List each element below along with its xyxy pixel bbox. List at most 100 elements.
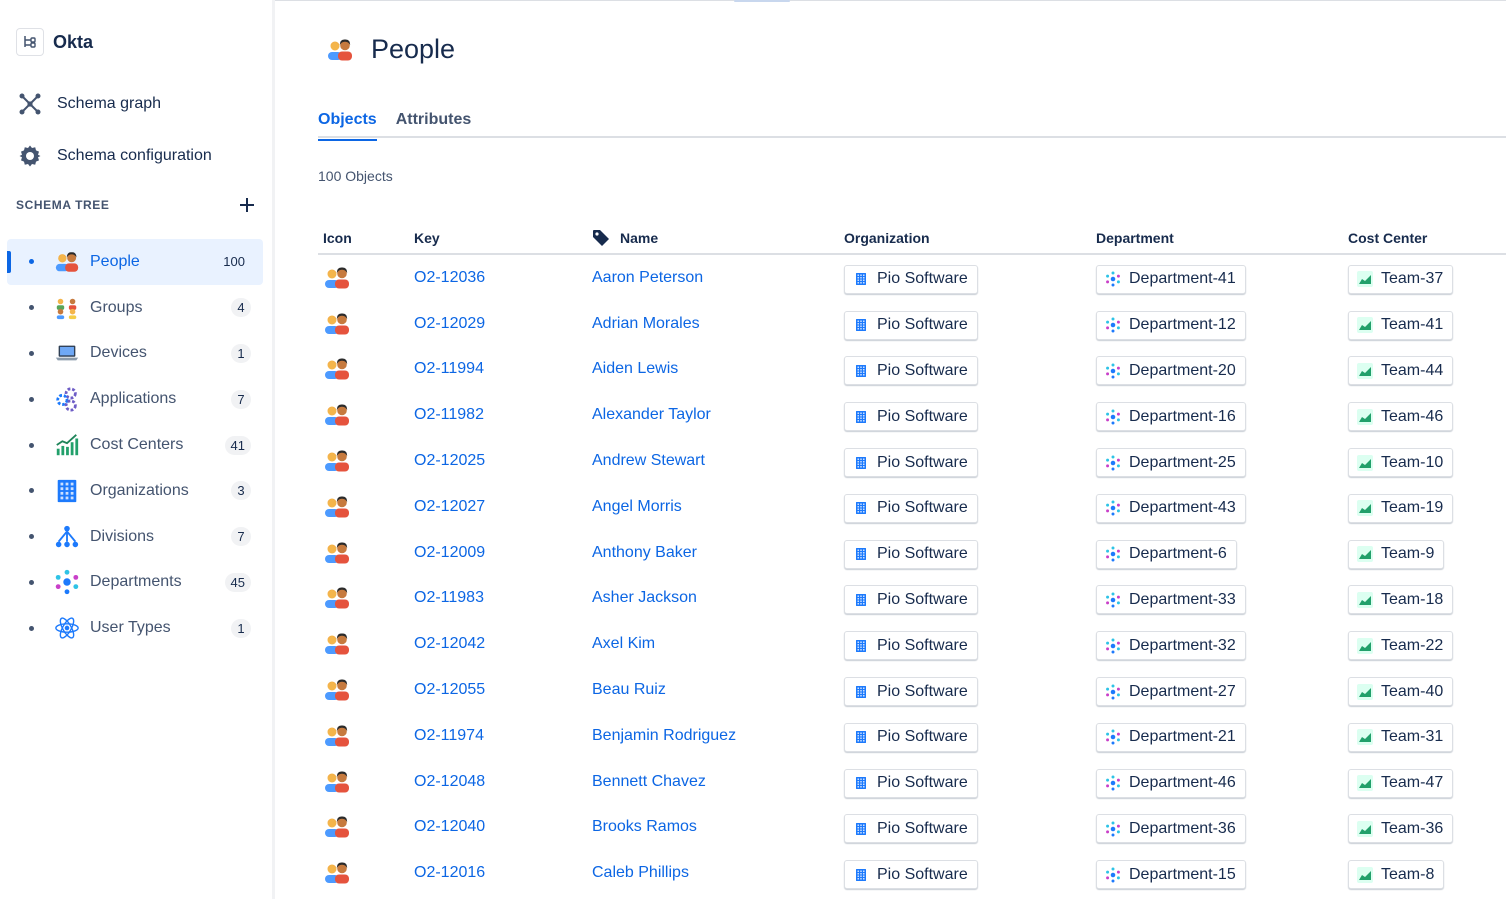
column-header-icon[interactable]: Icon xyxy=(318,230,414,246)
column-header-department[interactable]: Department xyxy=(1096,230,1348,246)
tab-attributes[interactable]: Attributes xyxy=(396,108,472,136)
organization-chip[interactable]: Pio Software xyxy=(844,585,978,615)
tree-item-cost-centers[interactable]: Cost Centers 41 xyxy=(7,422,263,468)
object-key-link[interactable]: O2-11974 xyxy=(414,727,484,744)
object-key-link[interactable]: O2-11983 xyxy=(414,589,484,606)
organization-chip[interactable]: Pio Software xyxy=(844,310,978,340)
cost-center-chip[interactable]: Team-44 xyxy=(1348,356,1454,386)
tree-item-departments[interactable]: Departments 45 xyxy=(7,560,263,606)
object-key-link[interactable]: O2-12009 xyxy=(414,544,485,561)
table-row[interactable]: O2-12027 Angel Morris Pio Software Depar… xyxy=(318,484,1506,530)
object-key-link[interactable]: O2-12048 xyxy=(414,773,485,790)
table-row[interactable]: O2-12055 Beau Ruiz Pio Software Departme… xyxy=(318,667,1506,713)
object-key-link[interactable]: O2-12029 xyxy=(414,315,485,332)
table-row[interactable]: O2-12042 Axel Kim Pio Software Departmen… xyxy=(318,621,1506,667)
table-row[interactable]: O2-12048 Bennett Chavez Pio Software Dep… xyxy=(318,759,1506,805)
cost-center-chip[interactable]: Team-10 xyxy=(1348,448,1454,478)
table-row[interactable]: O2-12009 Anthony Baker Pio Software Depa… xyxy=(318,530,1506,576)
organization-chip[interactable]: Pio Software xyxy=(844,860,978,890)
tree-item-user-types[interactable]: User Types 1 xyxy=(7,605,263,651)
table-row[interactable]: O2-11974 Benjamin Rodriguez Pio Software… xyxy=(318,713,1506,759)
cost-center-chip[interactable]: Team-9 xyxy=(1348,539,1445,569)
cost-center-chip[interactable]: Team-18 xyxy=(1348,585,1454,615)
cost-center-chip[interactable]: Team-37 xyxy=(1348,264,1454,294)
table-row[interactable]: O2-11994 Aiden Lewis Pio Software Depart… xyxy=(318,347,1506,393)
cost-center-chip[interactable]: Team-40 xyxy=(1348,677,1454,707)
person-name-link[interactable]: Brooks Ramos xyxy=(592,818,697,835)
object-key-link[interactable]: O2-12025 xyxy=(414,452,485,469)
organization-chip[interactable]: Pio Software xyxy=(844,768,978,798)
department-chip[interactable]: Department-12 xyxy=(1096,310,1246,340)
department-chip[interactable]: Department-21 xyxy=(1096,722,1246,752)
nav-schema-graph[interactable]: Schema graph xyxy=(16,89,161,119)
organization-chip[interactable]: Pio Software xyxy=(844,539,978,569)
organization-chip[interactable]: Pio Software xyxy=(844,631,978,661)
table-row[interactable]: O2-11982 Alexander Taylor Pio Software D… xyxy=(318,392,1506,438)
department-chip[interactable]: Department-33 xyxy=(1096,585,1246,615)
person-name-link[interactable]: Beau Ruiz xyxy=(592,681,666,698)
organization-chip[interactable]: Pio Software xyxy=(844,722,978,752)
cost-center-chip[interactable]: Team-22 xyxy=(1348,631,1454,661)
person-name-link[interactable]: Andrew Stewart xyxy=(592,452,705,469)
tree-item-applications[interactable]: Applications 7 xyxy=(7,376,263,422)
organization-chip[interactable]: Pio Software xyxy=(844,356,978,386)
person-name-link[interactable]: Adrian Morales xyxy=(592,315,700,332)
table-row[interactable]: O2-12040 Brooks Ramos Pio Software Depar… xyxy=(318,805,1506,851)
organization-chip[interactable]: Pio Software xyxy=(844,264,978,294)
table-row[interactable]: O2-12029 Adrian Morales Pio Software Dep… xyxy=(318,301,1506,347)
cost-center-chip[interactable]: Team-36 xyxy=(1348,814,1454,844)
organization-chip[interactable]: Pio Software xyxy=(844,814,978,844)
person-name-link[interactable]: Anthony Baker xyxy=(592,544,697,561)
person-name-link[interactable]: Aaron Peterson xyxy=(592,269,703,286)
nav-schema-configuration[interactable]: Schema configuration xyxy=(16,141,212,171)
table-row[interactable]: O2-12025 Andrew Stewart Pio Software Dep… xyxy=(318,438,1506,484)
department-chip[interactable]: Department-46 xyxy=(1096,768,1246,798)
table-row[interactable]: O2-12036 Aaron Peterson Pio Software Dep… xyxy=(318,255,1506,301)
person-name-link[interactable]: Benjamin Rodriguez xyxy=(592,727,736,744)
person-name-link[interactable]: Caleb Phillips xyxy=(592,864,689,881)
person-name-link[interactable]: Angel Morris xyxy=(592,498,682,515)
cost-center-chip[interactable]: Team-31 xyxy=(1348,722,1454,752)
department-chip[interactable]: Department-43 xyxy=(1096,493,1246,523)
person-name-link[interactable]: Aiden Lewis xyxy=(592,360,678,377)
organization-chip[interactable]: Pio Software xyxy=(844,677,978,707)
column-header-key[interactable]: Key xyxy=(414,230,592,246)
department-chip[interactable]: Department-27 xyxy=(1096,677,1246,707)
department-chip[interactable]: Department-25 xyxy=(1096,448,1246,478)
department-chip[interactable]: Department-20 xyxy=(1096,356,1246,386)
column-header-name[interactable]: Name xyxy=(592,229,844,247)
add-icon[interactable] xyxy=(238,196,256,214)
tree-item-divisions[interactable]: Divisions 7 xyxy=(7,514,263,560)
department-chip[interactable]: Department-41 xyxy=(1096,264,1246,294)
object-key-link[interactable]: O2-12042 xyxy=(414,635,485,652)
tree-item-organizations[interactable]: Organizations 3 xyxy=(7,468,263,514)
person-name-link[interactable]: Bennett Chavez xyxy=(592,773,706,790)
column-header-cost-center[interactable]: Cost Center xyxy=(1348,230,1506,246)
organization-chip[interactable]: Pio Software xyxy=(844,493,978,523)
tree-item-groups[interactable]: Groups 4 xyxy=(7,285,263,331)
department-chip[interactable]: Department-36 xyxy=(1096,814,1246,844)
person-name-link[interactable]: Asher Jackson xyxy=(592,589,697,606)
object-key-link[interactable]: O2-11982 xyxy=(414,406,484,423)
cost-center-chip[interactable]: Team-19 xyxy=(1348,493,1454,523)
object-key-link[interactable]: O2-12016 xyxy=(414,864,485,881)
object-key-link[interactable]: O2-11994 xyxy=(414,360,484,377)
person-name-link[interactable]: Axel Kim xyxy=(592,635,655,652)
person-name-link[interactable]: Alexander Taylor xyxy=(592,406,711,423)
object-key-link[interactable]: O2-12027 xyxy=(414,498,485,515)
cost-center-chip[interactable]: Team-8 xyxy=(1348,860,1445,890)
tab-objects[interactable]: Objects xyxy=(318,108,377,141)
department-chip[interactable]: Department-15 xyxy=(1096,860,1246,890)
organization-chip[interactable]: Pio Software xyxy=(844,448,978,478)
organization-chip[interactable]: Pio Software xyxy=(844,402,978,432)
object-key-link[interactable]: O2-12036 xyxy=(414,269,485,286)
department-chip[interactable]: Department-16 xyxy=(1096,402,1246,432)
app-header[interactable]: Okta xyxy=(16,28,93,56)
table-row[interactable]: O2-12016 Caleb Phillips Pio Software Dep… xyxy=(318,850,1506,896)
table-row[interactable]: O2-11983 Asher Jackson Pio Software Depa… xyxy=(318,576,1506,622)
object-key-link[interactable]: O2-12040 xyxy=(414,818,485,835)
object-key-link[interactable]: O2-12055 xyxy=(414,681,485,698)
department-chip[interactable]: Department-32 xyxy=(1096,631,1246,661)
cost-center-chip[interactable]: Team-41 xyxy=(1348,310,1454,340)
tree-item-people[interactable]: People 100 xyxy=(7,239,263,285)
